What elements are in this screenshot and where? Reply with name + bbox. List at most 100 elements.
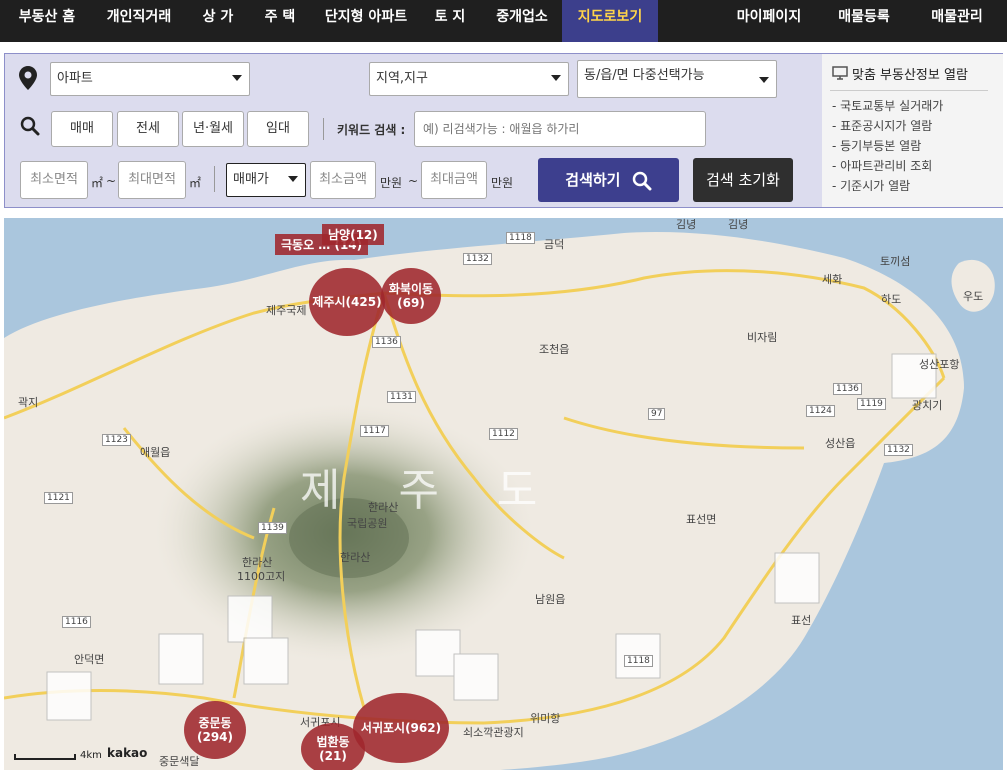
place-label: 표선 xyxy=(791,614,812,627)
max-price-input[interactable]: 최대금액 xyxy=(421,161,487,199)
search-button-label: 검색하기 xyxy=(565,171,621,189)
link-apartment-fees[interactable]: - 아파트관리비 조회 xyxy=(832,157,932,174)
link-molit-transactions[interactable]: - 국토교통부 실거래가 xyxy=(832,97,943,114)
cluster-label: 제주시(425) xyxy=(312,294,382,309)
place-label: 표선면 xyxy=(686,513,717,526)
road-number: 1139 xyxy=(258,522,287,534)
place-label: 제주국제 xyxy=(266,304,307,317)
keyword-input[interactable] xyxy=(414,111,706,147)
road-number: 1132 xyxy=(884,444,913,456)
scale-label: 4km xyxy=(80,750,102,761)
kakao-logo: kakao xyxy=(107,746,148,760)
island-name-label: 제 주 도 xyxy=(300,465,560,516)
district-value: 동/읍/면 다중선택가능 xyxy=(584,68,705,83)
place-label: 한라산 xyxy=(340,551,371,564)
deal-type-sale-button[interactable]: 매매 xyxy=(51,111,113,147)
region-value: 지역,지구 xyxy=(376,71,428,86)
chevron-down-icon xyxy=(759,77,769,83)
road-number: 1112 xyxy=(489,428,518,440)
info-links-title: 맞춤 부동산정보 열람 xyxy=(852,68,968,83)
scale-bar xyxy=(14,754,76,760)
nav-brokers[interactable]: 중개업소 xyxy=(484,0,560,42)
road-number: 1124 xyxy=(806,405,835,417)
road-number: 1132 xyxy=(463,253,492,265)
place-label: 세화 xyxy=(822,273,843,286)
cluster-jungmun-dong[interactable]: 중문동 (294) xyxy=(184,701,246,759)
price-unit-label: 만원 xyxy=(380,176,403,190)
chevron-down-icon xyxy=(551,75,561,81)
cluster-count: (69) xyxy=(397,296,425,310)
link-registry-copy[interactable]: - 등기부등본 열람 xyxy=(832,137,921,154)
map-view[interactable]: 제주국제 조천읍 비자림 세화 토끼섬 하도 우도 성산포항 광치기 성산읍 표… xyxy=(4,218,1003,770)
min-area-input[interactable]: 최소면적 xyxy=(20,161,88,199)
cluster-hwabuk-idong[interactable]: 화북이동 (69) xyxy=(381,268,441,324)
nav-manage-listings[interactable]: 매물관리 xyxy=(920,0,994,42)
area-unit-label: ㎡ xyxy=(91,176,104,190)
cluster-label: 법환동 xyxy=(316,734,350,749)
place-label: 성산포항 xyxy=(919,358,960,371)
district-multi-select[interactable]: 동/읍/면 다중선택가능 xyxy=(577,60,777,98)
nav-apartment-complex[interactable]: 단지형 아파트 xyxy=(316,0,416,42)
place-label: 곽지 xyxy=(18,396,39,409)
keyword-label: 키워드 검색 : xyxy=(337,123,406,137)
nav-real-estate-home[interactable]: 부동산 홈 xyxy=(8,0,86,42)
cluster-tag-namyang[interactable]: 남양(12) xyxy=(322,224,384,245)
reset-search-button[interactable]: 검색 초기화 xyxy=(693,158,793,202)
nav-commercial[interactable]: 상 가 xyxy=(188,0,248,42)
location-pin-icon xyxy=(19,66,37,90)
place-label: 김녕 xyxy=(728,218,749,231)
cluster-count: (294) xyxy=(196,730,234,744)
property-type-select[interactable]: 아파트 xyxy=(50,62,250,96)
road-number: 1119 xyxy=(857,398,886,410)
cluster-label: 화북이동 xyxy=(388,281,434,296)
deal-type-monthly-rent-button[interactable]: 년·월세 xyxy=(182,111,244,147)
min-price-input[interactable]: 최소금액 xyxy=(310,161,376,199)
price-type-select[interactable]: 매매가 xyxy=(226,163,306,197)
road-number: 1123 xyxy=(102,434,131,446)
cluster-label: 중문동 xyxy=(198,715,232,730)
nav-my-page[interactable]: 마이페이지 xyxy=(724,0,814,42)
place-label: 하도 xyxy=(881,293,902,306)
place-label: 비자림 xyxy=(747,331,778,344)
range-tilde: ~ xyxy=(408,174,419,188)
road-number: 1118 xyxy=(506,232,535,244)
cluster-label: 서귀포시(962) xyxy=(360,720,442,735)
place-label: 금덕 xyxy=(544,238,565,251)
max-area-input[interactable]: 최대면적 xyxy=(118,161,186,199)
place-label: 광치기 xyxy=(912,399,943,412)
range-tilde: ~ xyxy=(106,174,117,188)
area-unit-label: ㎡ xyxy=(189,176,202,190)
monitor-icon xyxy=(832,66,848,80)
place-label: 토끼섬 xyxy=(880,255,911,268)
place-label: 쇠소깍관광지 xyxy=(463,726,524,739)
link-standard-land-price[interactable]: - 표준공시지가 열람 xyxy=(832,117,932,134)
place-label: 중문색달 xyxy=(159,755,200,768)
price-type-value: 매매가 xyxy=(233,172,269,187)
deal-type-jeonse-button[interactable]: 전세 xyxy=(117,111,179,147)
search-button[interactable]: 검색하기 xyxy=(538,158,679,202)
nav-land[interactable]: 토 지 xyxy=(424,0,476,42)
road-number: 1116 xyxy=(62,616,91,628)
nav-private-trade[interactable]: 개인직거래 xyxy=(96,0,182,42)
search-icon xyxy=(20,116,40,136)
nav-map-view[interactable]: 지도로보기 xyxy=(562,0,658,42)
place-label: 우도 xyxy=(963,290,984,303)
nav-house[interactable]: 주 택 xyxy=(250,0,310,42)
search-icon xyxy=(632,171,652,190)
cluster-seogwipo-city[interactable]: 서귀포시(962) xyxy=(353,693,449,763)
place-label: 김녕 xyxy=(676,218,697,231)
chevron-down-icon xyxy=(232,75,242,81)
top-navigation: 부동산 홈 개인직거래 상 가 주 택 단지형 아파트 토 지 중개업소 지도로… xyxy=(0,0,1007,42)
link-standard-market-price[interactable]: - 기준시가 열람 xyxy=(832,177,910,194)
nav-register-listing[interactable]: 매물등록 xyxy=(828,0,900,42)
property-type-value: 아파트 xyxy=(57,71,93,86)
cluster-jeju-city[interactable]: 제주시(425) xyxy=(309,268,385,336)
road-number: 97 xyxy=(648,408,666,420)
road-number: 1136 xyxy=(833,383,862,395)
road-number: 1136 xyxy=(372,336,401,348)
place-label: 안덕면 xyxy=(74,653,105,666)
region-select[interactable]: 지역,지구 xyxy=(369,62,569,96)
deal-type-lease-button[interactable]: 임대 xyxy=(247,111,309,147)
divider xyxy=(323,118,324,140)
cluster-count: (21) xyxy=(319,749,347,763)
